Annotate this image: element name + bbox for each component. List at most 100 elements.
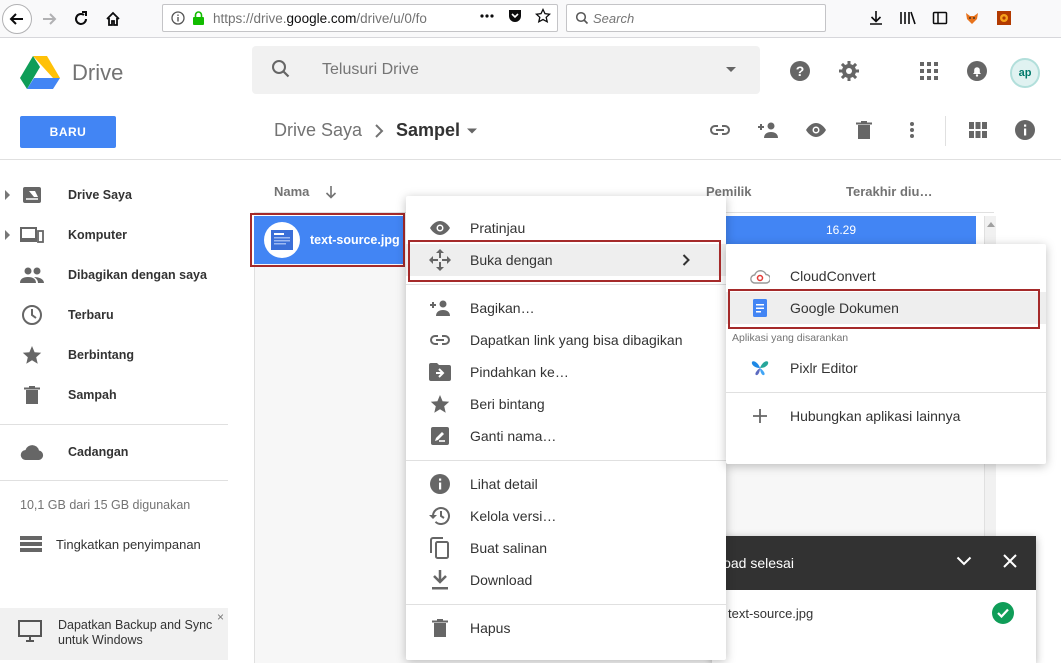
monitor-icon (18, 620, 42, 645)
sidebar-item-shared[interactable]: Dibagikan dengan saya (0, 255, 232, 295)
shared-people-icon (20, 263, 44, 287)
cloud-icon (20, 440, 44, 464)
connect-more-apps[interactable]: Hubungkan aplikasi lainnya (726, 400, 1046, 432)
settings-gear-icon[interactable] (837, 59, 861, 83)
menu-item-label: Hapus (470, 620, 511, 636)
menu-item-move[interactable]: Pindahkan ke… (406, 356, 726, 388)
back-button[interactable] (2, 4, 32, 34)
file-modified-time: 16.29 (825, 223, 856, 237)
backup-promo[interactable]: Dapatkan Backup and Sync untuk Windows × (0, 608, 228, 660)
info-icon (428, 472, 452, 496)
sidebar-item-terbaru[interactable]: Terbaru (0, 295, 232, 335)
column-header-name[interactable]: Nama (274, 184, 337, 199)
menu-item-versions[interactable]: Kelola versi… (406, 500, 726, 532)
toolbar-divider (945, 116, 946, 146)
star-icon (428, 392, 452, 416)
menu-item-details[interactable]: Lihat detail (406, 468, 726, 500)
url-text: https://drive.google.com/drive/u/0/fo (213, 11, 441, 26)
menu-divider (406, 460, 726, 461)
search-options-dropdown-icon[interactable] (726, 67, 736, 72)
browser-search-input[interactable] (593, 10, 813, 26)
browser-search-bar[interactable] (566, 4, 826, 32)
menu-item-star[interactable]: Beri bintang (406, 388, 726, 420)
upgrade-storage-link[interactable]: Tingkatkan penyimpanan (20, 536, 201, 552)
url-domain: google.com (286, 10, 357, 26)
sidebar-icon[interactable] (930, 8, 950, 28)
close-icon[interactable] (1002, 553, 1018, 572)
chevron-down-icon[interactable] (956, 553, 972, 569)
pocket-icon[interactable] (507, 8, 523, 27)
menu-item-download[interactable]: Download (406, 564, 726, 596)
fox-extension-icon[interactable] (962, 8, 982, 28)
drive-icon (20, 183, 44, 207)
add-person-icon[interactable] (756, 118, 780, 142)
sidebar-item-drive-saya[interactable]: Drive Saya (0, 175, 232, 215)
menu-item-delete[interactable]: Hapus (406, 612, 726, 644)
menu-item-get-link[interactable]: Dapatkan link yang bisa dibagikan (406, 324, 726, 356)
info-icon[interactable] (169, 11, 187, 25)
drive-header: Drive ? ap BARU Drive Saya Sampel (0, 38, 1061, 160)
menu-item-rename[interactable]: Ganti nama… (406, 420, 726, 452)
url-bar[interactable]: https://drive.google.com/drive/u/0/fo (162, 4, 558, 32)
help-icon[interactable]: ? (788, 59, 812, 83)
sidebar-item-sampah[interactable]: Sampah (0, 375, 232, 415)
drive-search-input[interactable] (322, 61, 722, 79)
gear-extension-icon[interactable] (994, 8, 1014, 28)
forward-button[interactable] (34, 4, 64, 34)
app-item-pixlr[interactable]: Pixlr Editor (726, 352, 1046, 384)
download-icon (428, 568, 452, 592)
cloudconvert-icon (748, 264, 772, 288)
scroll-up-icon[interactable] (987, 222, 995, 227)
check-circle-icon (992, 602, 1014, 624)
grid-view-icon[interactable] (966, 118, 990, 142)
breadcrumb-root[interactable]: Drive Saya (274, 120, 362, 141)
apps-grid-icon[interactable] (917, 59, 941, 83)
star-icon (20, 343, 44, 367)
selected-row-meta[interactable]: 16.29 (724, 216, 976, 244)
more-vert-icon[interactable] (900, 118, 924, 142)
sidebar-item-komputer[interactable]: Komputer (0, 215, 232, 255)
url-prefix: https://drive. (213, 10, 287, 26)
google-docs-highlight-box (728, 289, 1040, 329)
folder-dropdown-icon[interactable] (466, 127, 478, 135)
add-person-icon (428, 296, 452, 320)
link-icon[interactable] (708, 118, 732, 142)
search-icon (575, 11, 589, 25)
sidebar-divider (0, 424, 228, 425)
download-icon[interactable] (866, 8, 886, 28)
menu-divider (406, 604, 726, 605)
sort-arrow-down-icon[interactable] (325, 185, 337, 199)
preview-eye-icon[interactable] (804, 118, 828, 142)
expand-arrow-icon[interactable] (5, 190, 10, 200)
search-icon[interactable] (270, 58, 292, 80)
notifications-icon[interactable] (965, 59, 989, 83)
column-header-modified[interactable]: Terakhir diu… (846, 184, 932, 199)
sidebar-item-berbintang[interactable]: Berbintang (0, 335, 232, 375)
menu-item-share[interactable]: Bagikan… (406, 292, 726, 324)
upload-file-name[interactable]: text-source.jpg (728, 606, 813, 621)
sidebar-item-cadangan[interactable]: Cadangan (0, 432, 232, 472)
details-info-icon[interactable] (1013, 118, 1037, 142)
close-icon[interactable]: × (217, 610, 224, 624)
trash-icon[interactable] (852, 118, 876, 142)
avatar[interactable]: ap (1010, 58, 1040, 88)
app-name[interactable]: Drive (72, 60, 123, 86)
chevron-right-icon (374, 123, 384, 138)
bookmark-star-icon[interactable] (534, 7, 552, 27)
menu-item-copy[interactable]: Buat salinan (406, 532, 726, 564)
breadcrumb-current[interactable]: Sampel (396, 120, 460, 141)
home-button[interactable] (98, 4, 128, 34)
forward-arrow-icon (43, 13, 57, 25)
app-item-cloudconvert[interactable]: CloudConvert (726, 260, 1046, 292)
page-actions-icon[interactable] (479, 8, 495, 27)
file-highlight-box (250, 213, 405, 267)
expand-arrow-icon[interactable] (5, 230, 10, 240)
drive-search-box[interactable] (252, 46, 760, 94)
new-button[interactable]: BARU (20, 116, 116, 148)
reload-button[interactable] (66, 4, 96, 34)
pixlr-butterfly-icon (748, 356, 772, 380)
drive-logo-icon[interactable] (20, 54, 60, 90)
lock-icon[interactable] (189, 11, 207, 25)
sidebar-divider (0, 480, 228, 481)
library-icon[interactable] (898, 8, 918, 28)
